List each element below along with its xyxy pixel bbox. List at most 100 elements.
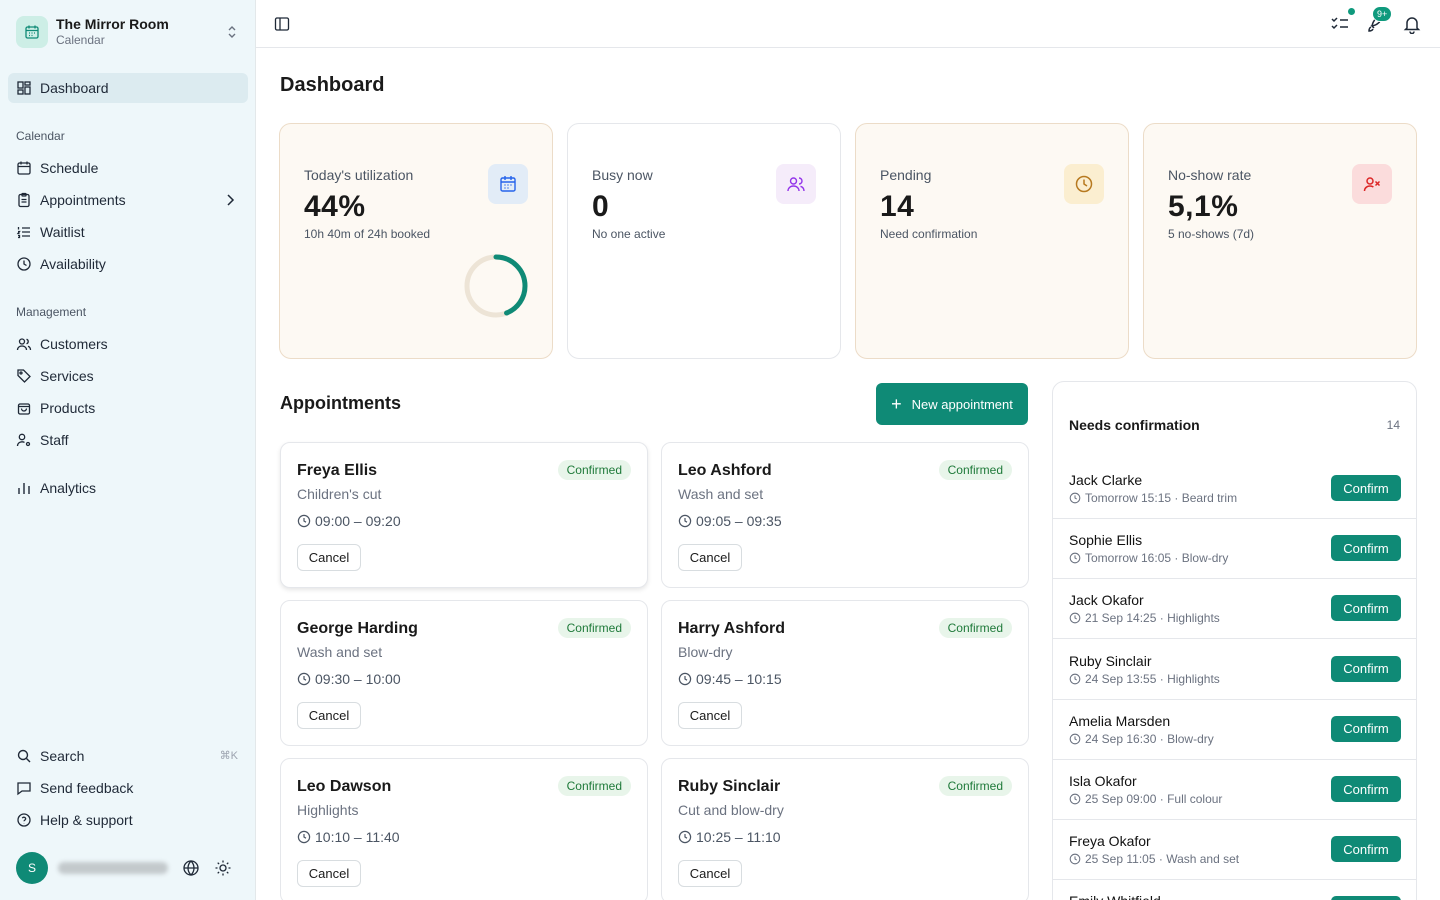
calendar-icon <box>16 160 32 176</box>
confirm-button[interactable]: Confirm <box>1331 595 1401 622</box>
nav-products[interactable]: Products <box>8 393 248 423</box>
nav-analytics[interactable]: Analytics <box>8 473 248 503</box>
tasks-indicator-dot <box>1347 7 1356 16</box>
cancel-button[interactable]: Cancel <box>297 544 361 571</box>
clock-icon <box>678 514 692 528</box>
nav-services[interactable]: Services <box>8 361 248 391</box>
meta-separator: · <box>1156 792 1168 806</box>
sidebar-toggle-icon[interactable] <box>274 16 290 32</box>
nav-staff[interactable]: Staff <box>8 425 248 455</box>
user-menu[interactable]: S <box>16 852 246 884</box>
tag-icon <box>16 368 32 384</box>
confirmation-row: Freya Okafor 25 Sep 11:05 · Wash and set C… <box>1053 819 1416 881</box>
bell-icon[interactable] <box>1402 14 1422 34</box>
globe-icon[interactable] <box>182 859 200 877</box>
meta-separator: · <box>1156 671 1168 686</box>
cancel-button[interactable]: Cancel <box>297 702 361 729</box>
confirmation-customer-name: Jack Clarke <box>1069 472 1143 488</box>
list-checks-icon[interactable] <box>1330 14 1350 34</box>
needs-confirmation-title: Needs confirmation <box>1069 417 1200 433</box>
appointment-card[interactable]: George Harding Confirmed Wash and set 09:30… <box>280 600 648 746</box>
appointment-time-text: 09:30 – 10:00 <box>315 671 401 687</box>
shopping-bag-icon <box>16 400 32 416</box>
confirmation-service: Full colour <box>1167 792 1223 806</box>
status-badge: Confirmed <box>557 618 631 638</box>
confirmation-when: Tomorrow 15:15 <box>1085 491 1172 505</box>
confirmation-customer-name: Isla Okafor <box>1069 773 1137 789</box>
cancel-button[interactable]: Cancel <box>678 702 742 729</box>
nav-availability-label: Availability <box>40 256 106 272</box>
nav-help-support[interactable]: Help & support <box>8 805 248 835</box>
nav-dashboard-label: Dashboard <box>40 80 109 96</box>
clock-icon <box>1069 733 1081 745</box>
org-name: The Mirror Room <box>56 16 169 32</box>
meta-separator: · <box>1155 852 1167 867</box>
confirm-button[interactable]: Confirm <box>1331 776 1401 802</box>
nav-dashboard[interactable]: Dashboard <box>8 73 248 103</box>
confirm-button[interactable]: Confirm <box>1331 896 1401 900</box>
org-subtitle: Calendar <box>56 33 105 47</box>
needs-confirmation-count: 14 <box>1386 418 1400 432</box>
nav-customers[interactable]: Customers <box>8 329 248 359</box>
utilization-ring <box>464 254 528 318</box>
nav-appointments[interactable]: Appointments <box>8 185 248 215</box>
status-badge: Confirmed <box>938 460 1012 480</box>
nav-waitlist[interactable]: Waitlist <box>8 217 248 247</box>
appointment-time: 09:30 – 10:00 <box>297 671 401 687</box>
confirm-button[interactable]: Confirm <box>1331 836 1401 863</box>
help-circle-icon <box>16 812 32 828</box>
confirm-button[interactable]: Confirm <box>1331 715 1401 742</box>
stat-card-utilization: Today's utilization 44% 10h 40m of 24h b… <box>279 123 553 359</box>
nav-appointments-label: Appointments <box>40 192 126 208</box>
cancel-button[interactable]: Cancel <box>297 860 361 887</box>
nav-availability[interactable]: Availability <box>8 249 248 279</box>
status-badge: Confirmed <box>938 618 1012 638</box>
sun-icon[interactable] <box>214 859 232 877</box>
nav-send-feedback-label: Send feedback <box>40 780 134 796</box>
nav-schedule[interactable]: Schedule <box>8 153 248 183</box>
appointment-time: 09:00 – 09:20 <box>297 513 401 529</box>
confirm-button[interactable]: Confirm <box>1331 475 1401 501</box>
confirmation-service: Highlights <box>1167 611 1220 626</box>
nav-waitlist-label: Waitlist <box>40 224 85 240</box>
appointment-card[interactable]: Leo Dawson Confirmed Highlights 10:10 – 11:… <box>280 758 648 900</box>
confirmation-meta: Tomorrow 16:05 · Blow-dry <box>1069 551 1228 565</box>
clock-icon <box>1069 793 1081 805</box>
confirmation-service: Beard trim <box>1181 491 1238 505</box>
confirmation-meta: 25 Sep 09:00 · Full colour <box>1069 792 1222 806</box>
chevrons-up-down-icon <box>228 26 236 38</box>
appointment-card[interactable]: Harry Ashford Confirmed Blow-dry 09:45 – 10… <box>661 600 1029 746</box>
appointment-service: Wash and set <box>678 486 764 502</box>
appointment-time: 10:25 – 11:10 <box>678 829 781 845</box>
cancel-button[interactable]: Cancel <box>678 860 742 887</box>
avatar[interactable]: S <box>16 852 48 884</box>
confirmation-service: Blow-dry <box>1181 551 1229 566</box>
org-switcher[interactable]: The Mirror Room Calendar <box>16 14 240 50</box>
confirmation-row: Sophie Ellis Tomorrow 16:05 · Blow-dry Con… <box>1053 518 1416 580</box>
nav-search-label: Search <box>40 748 85 764</box>
appointment-card[interactable]: Ruby Sinclair Confirmed Cut and blow-dry 10… <box>661 758 1029 900</box>
nav-customers-label: Customers <box>40 336 108 352</box>
appointment-service: Wash and set <box>297 644 383 660</box>
clock-icon <box>1069 853 1081 865</box>
confirmation-service: Highlights <box>1167 671 1220 686</box>
calendar-logo-icon <box>16 16 48 48</box>
nav-send-feedback[interactable]: Send feedback <box>8 773 248 803</box>
confirm-button[interactable]: Confirm <box>1331 655 1401 682</box>
confirmation-meta: 24 Sep 13:55 · Highlights <box>1069 672 1220 686</box>
cancel-button[interactable]: Cancel <box>678 544 742 571</box>
confirm-button[interactable]: Confirm <box>1331 535 1401 562</box>
nav-analytics-label: Analytics <box>40 480 97 496</box>
confirmation-customer-name: Jack Okafor <box>1069 592 1144 609</box>
new-appointment-button[interactable]: + New appointment <box>876 383 1028 425</box>
sidebar: The Mirror Room Calendar Dashboard Calen… <box>0 0 256 900</box>
nav-schedule-label: Schedule <box>40 160 99 176</box>
appointment-card[interactable]: Freya Ellis Confirmed Children's cut 09:00 … <box>280 442 648 588</box>
stat-label: Busy now <box>592 167 653 183</box>
confirmation-row: Ruby Sinclair 24 Sep 13:55 · Highlights Co… <box>1053 639 1416 700</box>
user-x-icon <box>1352 164 1392 204</box>
appointment-customer-name: Leo Ashford <box>678 462 772 479</box>
appointment-card[interactable]: Leo Ashford Confirmed Wash and set 09:05 – … <box>661 442 1029 588</box>
nav-search[interactable]: Search ⌘K <box>8 741 248 771</box>
user-email-redacted <box>58 862 168 874</box>
